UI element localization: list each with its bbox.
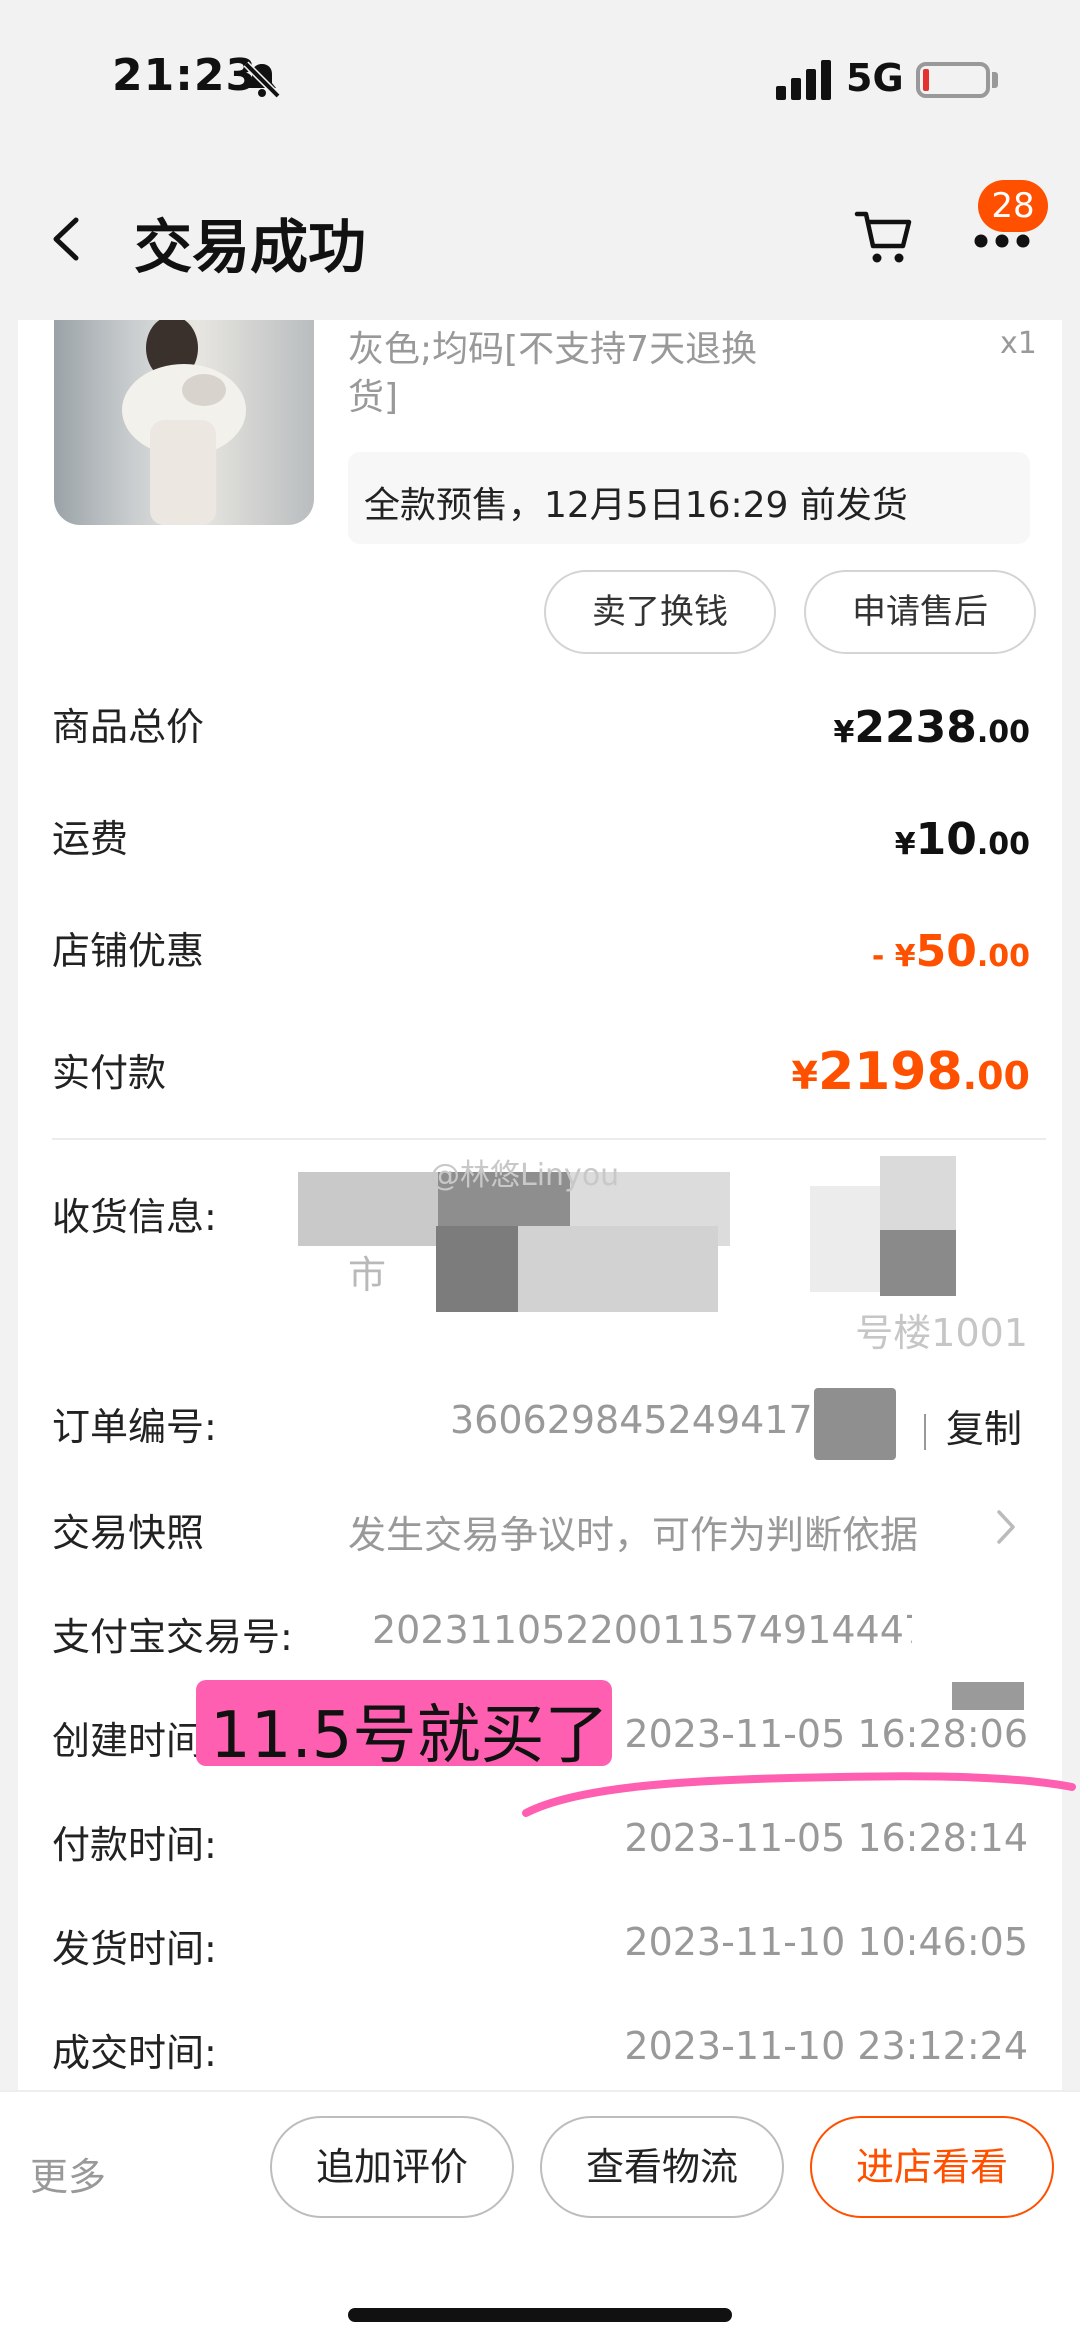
store-discount-label: 店铺优惠 <box>52 929 205 973</box>
goods-total-label: 商品总价 <box>52 705 205 749</box>
address-fragment: 号楼1001 <box>855 1311 1028 1355</box>
chevron-right-icon[interactable] <box>994 1508 1018 1546</box>
weibo-watermark: @林悠Linyou <box>430 1158 620 1193</box>
bell-off-icon <box>243 61 281 99</box>
redacted-block <box>518 1226 718 1312</box>
more-actions-link[interactable]: 更多 <box>30 2146 106 2201</box>
presale-note: 全款预售，12月5日16:29 前发货 <box>364 485 908 526</box>
redacted-block <box>814 1388 896 1460</box>
status-time: 21:23 <box>112 50 258 101</box>
created-time-label: 创建时间: <box>52 1719 217 1763</box>
shipping-info-label: 收货信息: <box>52 1195 217 1239</box>
signal-icon <box>776 60 831 100</box>
redacted-block <box>952 1682 1024 1710</box>
paid-time-label: 付款时间: <box>52 1823 217 1867</box>
after-sale-button[interactable]: 申请售后 <box>804 570 1036 654</box>
add-review-button[interactable]: 追加评价 <box>270 2116 514 2218</box>
snapshot-hint[interactable]: 发生交易争议时，可作为判断依据 <box>348 1504 918 1559</box>
shipping-fee-value: ¥10.00 <box>894 814 1030 865</box>
battery-level <box>923 69 929 91</box>
home-indicator[interactable] <box>348 2308 732 2322</box>
product-thumbnail[interactable] <box>54 320 314 525</box>
product-quantity: x1 <box>1000 326 1037 361</box>
view-logistics-button[interactable]: 查看物流 <box>540 2116 784 2218</box>
paid-amount-label: 实付款 <box>52 1051 167 1095</box>
goods-total-value: ¥2238.00 <box>833 702 1031 753</box>
shipping-fee-label: 运费 <box>52 817 129 861</box>
copy-separator <box>924 1414 926 1450</box>
shipped-time-value: 2023-11-10 10:46:05 <box>624 1920 1028 1964</box>
visit-store-button[interactable]: 进店看看 <box>810 2116 1054 2218</box>
page-title: 交易成功 <box>134 213 367 281</box>
redacted-block <box>810 1186 890 1292</box>
address-fragment: 市 <box>348 1253 387 1297</box>
annotation-text: 11.5号就买了 <box>210 1699 609 1773</box>
redacted-block <box>880 1156 956 1236</box>
battery-cap <box>992 72 998 88</box>
order-number-label: 订单编号: <box>52 1405 217 1449</box>
copy-order-number-button[interactable]: 复制 <box>946 1398 1022 1453</box>
created-time-value: 2023-11-05 16:28:06 <box>624 1712 1028 1756</box>
paid-amount-value: ¥2198.00 <box>791 1042 1030 1102</box>
product-photo <box>122 320 246 525</box>
alipay-number-value: 20231105220011574914447 <box>372 1608 912 1652</box>
network-type: 5G <box>846 56 904 100</box>
divider <box>52 1138 1046 1140</box>
back-arrow-icon[interactable] <box>48 214 84 264</box>
alipay-number-label: 支付宝交易号: <box>52 1615 293 1659</box>
sell-for-cash-button[interactable]: 卖了换钱 <box>544 570 776 654</box>
message-count-badge: 28 <box>978 180 1048 232</box>
product-sku: 灰色;均码[不支持7天退换货] <box>348 329 758 418</box>
annotation-underline <box>522 1772 1076 1817</box>
order-number-value: 360629845249417 <box>450 1398 813 1442</box>
snapshot-label[interactable]: 交易快照 <box>52 1502 204 1557</box>
store-discount-value: - ¥50.00 <box>871 926 1030 977</box>
shipped-time-label: 发货时间: <box>52 1927 217 1971</box>
cart-icon[interactable] <box>854 206 916 266</box>
completed-time-value: 2023-11-10 23:12:24 <box>624 2024 1028 2068</box>
completed-time-label: 成交时间: <box>52 2031 217 2075</box>
more-options-icon[interactable] <box>974 234 1030 248</box>
redacted-block <box>880 1230 956 1296</box>
redacted-block <box>436 1226 528 1312</box>
